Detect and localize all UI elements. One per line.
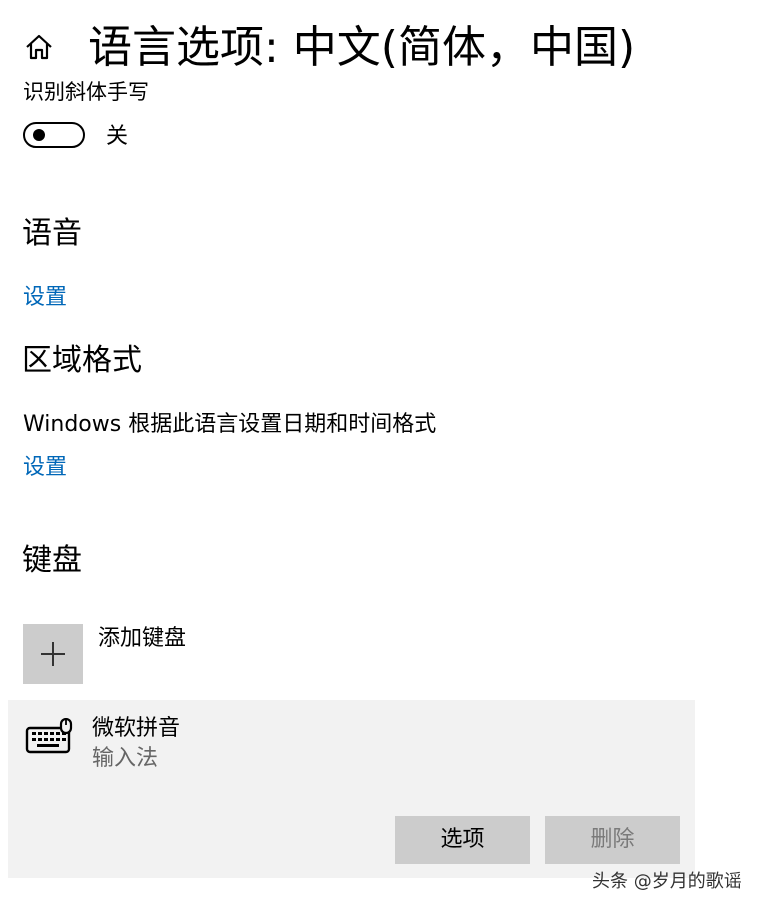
regional-format-heading: 区域格式 (22, 343, 142, 378)
options-button[interactable]: 选项 (395, 816, 530, 864)
add-keyboard-button[interactable] (23, 624, 83, 684)
home-icon[interactable] (22, 30, 56, 64)
keyboard-name: 微软拼音 (92, 716, 181, 741)
settings-page: 语言选项: 中文(简体，中国) 识别斜体手写 关 语音 设置 区域格式 Wind… (0, 0, 769, 910)
regional-format-description: Windows 根据此语言设置日期和时间格式 (23, 412, 437, 437)
watermark-text: 头条 @岁月的歌谣 (592, 871, 742, 892)
italic-handwriting-toggle[interactable] (23, 122, 85, 148)
page-title: 语言选项: 中文(简体，中国) (88, 22, 636, 73)
delete-button[interactable]: 删除 (545, 816, 680, 864)
toggle-state-label: 关 (106, 124, 129, 149)
add-keyboard-label[interactable]: 添加键盘 (98, 624, 186, 654)
regional-format-settings-link[interactable]: 设置 (23, 453, 67, 483)
speech-settings-link[interactable]: 设置 (23, 283, 67, 313)
toggle-knob (33, 129, 45, 141)
handwriting-setting-label: 识别斜体手写 (23, 80, 149, 104)
keyboard-list-item[interactable]: 微软拼音 输入法 选项 删除 (8, 700, 695, 878)
keyboard-type: 输入法 (92, 746, 159, 771)
keyboard-icon (25, 718, 73, 754)
speech-heading: 语音 (22, 216, 82, 251)
keyboards-heading: 键盘 (22, 543, 82, 578)
